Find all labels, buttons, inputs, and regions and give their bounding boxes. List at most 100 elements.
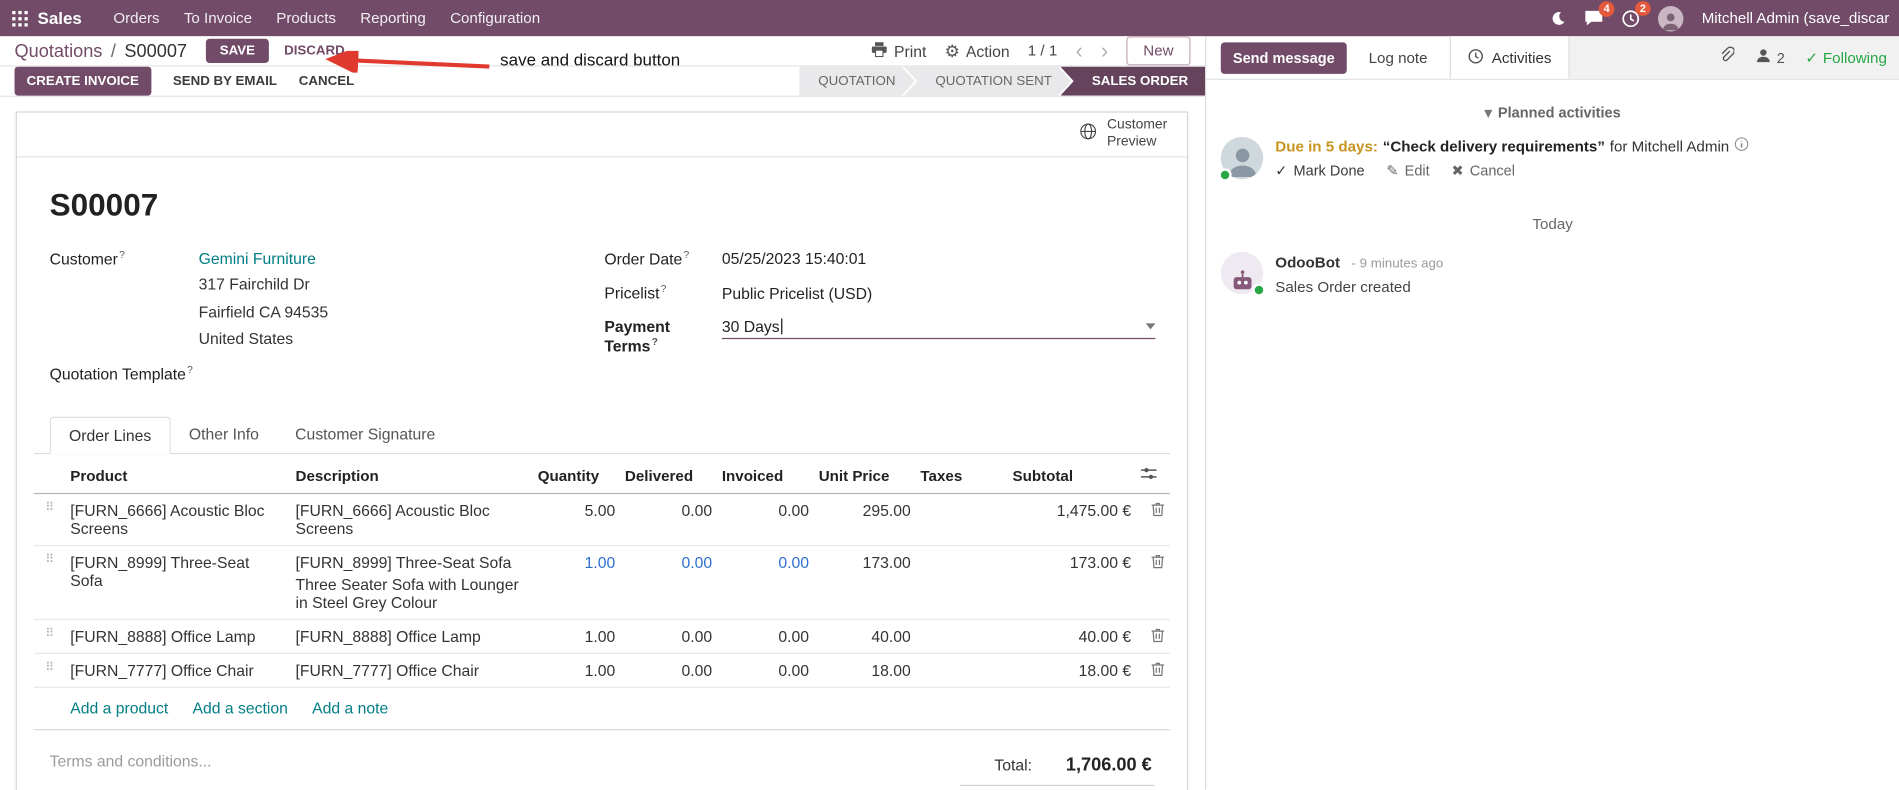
cell-product[interactable]: [FURN_8888] Office Lamp <box>65 619 291 655</box>
cell-quantity[interactable]: 5.00 <box>532 494 621 547</box>
cell-taxes[interactable] <box>915 546 1008 621</box>
table-row[interactable]: ⠿ [FURN_6666] Acoustic Bloc Screens [FUR… <box>33 494 1170 547</box>
activities-tab-label: Activities <box>1491 49 1552 67</box>
message-author[interactable]: OdooBot <box>1275 254 1340 271</box>
col-quantity[interactable]: Quantity <box>532 458 621 495</box>
dropdown-caret-icon[interactable] <box>1145 322 1156 330</box>
cell-taxes[interactable] <box>915 494 1008 547</box>
pager-previous-icon[interactable]: ‹ <box>1075 40 1082 62</box>
status-step-quotation-sent[interactable]: QUOTATION SENT <box>904 67 1071 96</box>
info-icon[interactable] <box>1734 137 1749 155</box>
menu-orders[interactable]: Orders <box>113 10 159 27</box>
activities-tab[interactable]: Activities <box>1449 36 1570 79</box>
followers-button[interactable]: 2 <box>1755 47 1785 68</box>
send-by-email-button[interactable]: SEND BY EMAIL <box>173 74 277 89</box>
col-description[interactable]: Description <box>290 458 533 495</box>
cell-delivered[interactable]: 0.00 <box>620 494 717 547</box>
mark-done-button[interactable]: ✓ Mark Done <box>1275 162 1364 179</box>
cell-invoiced[interactable]: 0.00 <box>716 546 814 621</box>
total-value: 1,706.00 € <box>1065 755 1152 776</box>
cell-unit-price[interactable]: 173.00 <box>813 546 916 621</box>
pricelist-value[interactable]: Public Pricelist (USD) <box>722 284 872 302</box>
cell-description[interactable]: [FURN_6666] Acoustic Bloc Screens <box>290 494 533 547</box>
add-a-note-link[interactable]: Add a note <box>312 699 388 717</box>
add-a-product-link[interactable]: Add a product <box>70 699 168 717</box>
cell-taxes[interactable] <box>915 653 1008 689</box>
cell-invoiced[interactable]: 0.00 <box>716 619 814 655</box>
tab-customer-signature[interactable]: Customer Signature <box>277 417 453 453</box>
cell-description[interactable]: [FURN_7777] Office Chair <box>290 653 533 689</box>
action-button[interactable]: ⚙ Action <box>945 41 1010 62</box>
cell-taxes[interactable] <box>915 619 1008 655</box>
cancel-button[interactable]: CANCEL <box>299 74 355 89</box>
menu-products[interactable]: Products <box>276 10 336 27</box>
col-unit-price[interactable]: Unit Price <box>813 458 916 495</box>
drag-handle-icon[interactable]: ⠿ <box>33 546 66 621</box>
customer-value[interactable]: Gemini Furniture <box>199 250 316 268</box>
col-product[interactable]: Product <box>65 458 291 495</box>
cell-unit-price[interactable]: 40.00 <box>813 619 916 655</box>
menu-to-invoice[interactable]: To Invoice <box>184 10 252 27</box>
cell-delivered[interactable]: 0.00 <box>620 653 717 689</box>
cell-product[interactable]: [FURN_7777] Office Chair <box>65 653 291 689</box>
dark-mode-moon-icon[interactable] <box>1550 10 1566 26</box>
col-delivered[interactable]: Delivered <box>620 458 717 495</box>
menu-configuration[interactable]: Configuration <box>450 10 540 27</box>
save-button[interactable]: SAVE <box>206 38 269 63</box>
send-message-button[interactable]: Send message <box>1220 41 1347 74</box>
activities-clock-icon[interactable]: 2 <box>1622 0 1651 27</box>
cell-delivered[interactable]: 0.00 <box>620 546 717 621</box>
messages-icon[interactable]: 4 <box>1584 1 1615 27</box>
cancel-activity-button[interactable]: ✖ Cancel <box>1452 162 1515 179</box>
cell-unit-price[interactable]: 18.00 <box>813 653 916 689</box>
table-row[interactable]: ⠿ [FURN_8888] Office Lamp [FURN_8888] Of… <box>33 619 1170 655</box>
delete-row-icon[interactable] <box>1151 554 1166 570</box>
cell-description[interactable]: [FURN_8999] Three-Seat Sofa Three Seater… <box>290 546 533 621</box>
status-step-quotation[interactable]: QUOTATION <box>799 67 915 96</box>
attachments-paperclip-icon[interactable] <box>1719 46 1735 69</box>
create-invoice-button[interactable]: CREATE INVOICE <box>14 66 152 96</box>
following-button[interactable]: ✓ Following <box>1805 48 1887 67</box>
cell-quantity[interactable]: 1.00 <box>532 546 621 621</box>
app-name[interactable]: Sales <box>38 8 82 27</box>
delete-row-icon[interactable] <box>1151 628 1166 644</box>
cell-delivered[interactable]: 0.00 <box>620 619 717 655</box>
pager-next-icon[interactable]: › <box>1101 40 1108 62</box>
table-row[interactable]: ⠿ [FURN_8999] Three-Seat Sofa [FURN_8999… <box>33 546 1170 621</box>
table-row[interactable]: ⠿ [FURN_7777] Office Chair [FURN_7777] O… <box>33 653 1170 689</box>
planned-activities-header[interactable]: ▾ Planned activities <box>1206 104 1899 121</box>
drag-handle-icon[interactable]: ⠿ <box>33 494 66 547</box>
print-button[interactable]: Print <box>871 41 926 62</box>
col-taxes[interactable]: Taxes <box>915 458 1008 495</box>
customer-preview-button[interactable]: Customer Preview <box>1079 118 1170 151</box>
col-invoiced[interactable]: Invoiced <box>716 458 814 495</box>
log-note-button[interactable]: Log note <box>1369 49 1428 66</box>
delete-row-icon[interactable] <box>1151 662 1166 678</box>
optional-columns-icon[interactable] <box>1136 458 1170 495</box>
cell-description[interactable]: [FURN_8888] Office Lamp <box>290 619 533 655</box>
delete-row-icon[interactable] <box>1151 502 1166 518</box>
tab-order-lines[interactable]: Order Lines <box>49 417 171 455</box>
cell-product[interactable]: [FURN_8999] Three-Seat Sofa <box>65 546 291 621</box>
user-avatar[interactable] <box>1658 5 1684 31</box>
cell-invoiced[interactable]: 0.00 <box>716 494 814 547</box>
drag-handle-icon[interactable]: ⠿ <box>33 653 66 689</box>
payment-terms-input[interactable]: 30 Days <box>721 317 1156 339</box>
cell-unit-price[interactable]: 295.00 <box>813 494 916 547</box>
col-subtotal[interactable]: Subtotal <box>1007 458 1137 495</box>
breadcrumb-quotations[interactable]: Quotations <box>15 41 103 62</box>
drag-handle-icon[interactable]: ⠿ <box>33 619 66 655</box>
order-date-value[interactable]: 05/25/2023 15:40:01 <box>722 250 866 268</box>
user-menu[interactable]: Mitchell Admin (save_discar <box>1702 10 1890 27</box>
tab-other-info[interactable]: Other Info <box>171 417 277 453</box>
edit-activity-button[interactable]: ✎ Edit <box>1386 162 1429 179</box>
new-button[interactable]: New <box>1126 36 1191 66</box>
cell-quantity[interactable]: 1.00 <box>532 653 621 689</box>
cell-product[interactable]: [FURN_6666] Acoustic Bloc Screens <box>65 494 291 547</box>
add-a-section-link[interactable]: Add a section <box>193 699 288 717</box>
cell-quantity[interactable]: 1.00 <box>532 619 621 655</box>
apps-grid-icon[interactable] <box>12 10 28 27</box>
cell-invoiced[interactable]: 0.00 <box>716 653 814 689</box>
menu-reporting[interactable]: Reporting <box>360 10 426 27</box>
terms-placeholder[interactable]: Terms and conditions... <box>50 753 212 771</box>
